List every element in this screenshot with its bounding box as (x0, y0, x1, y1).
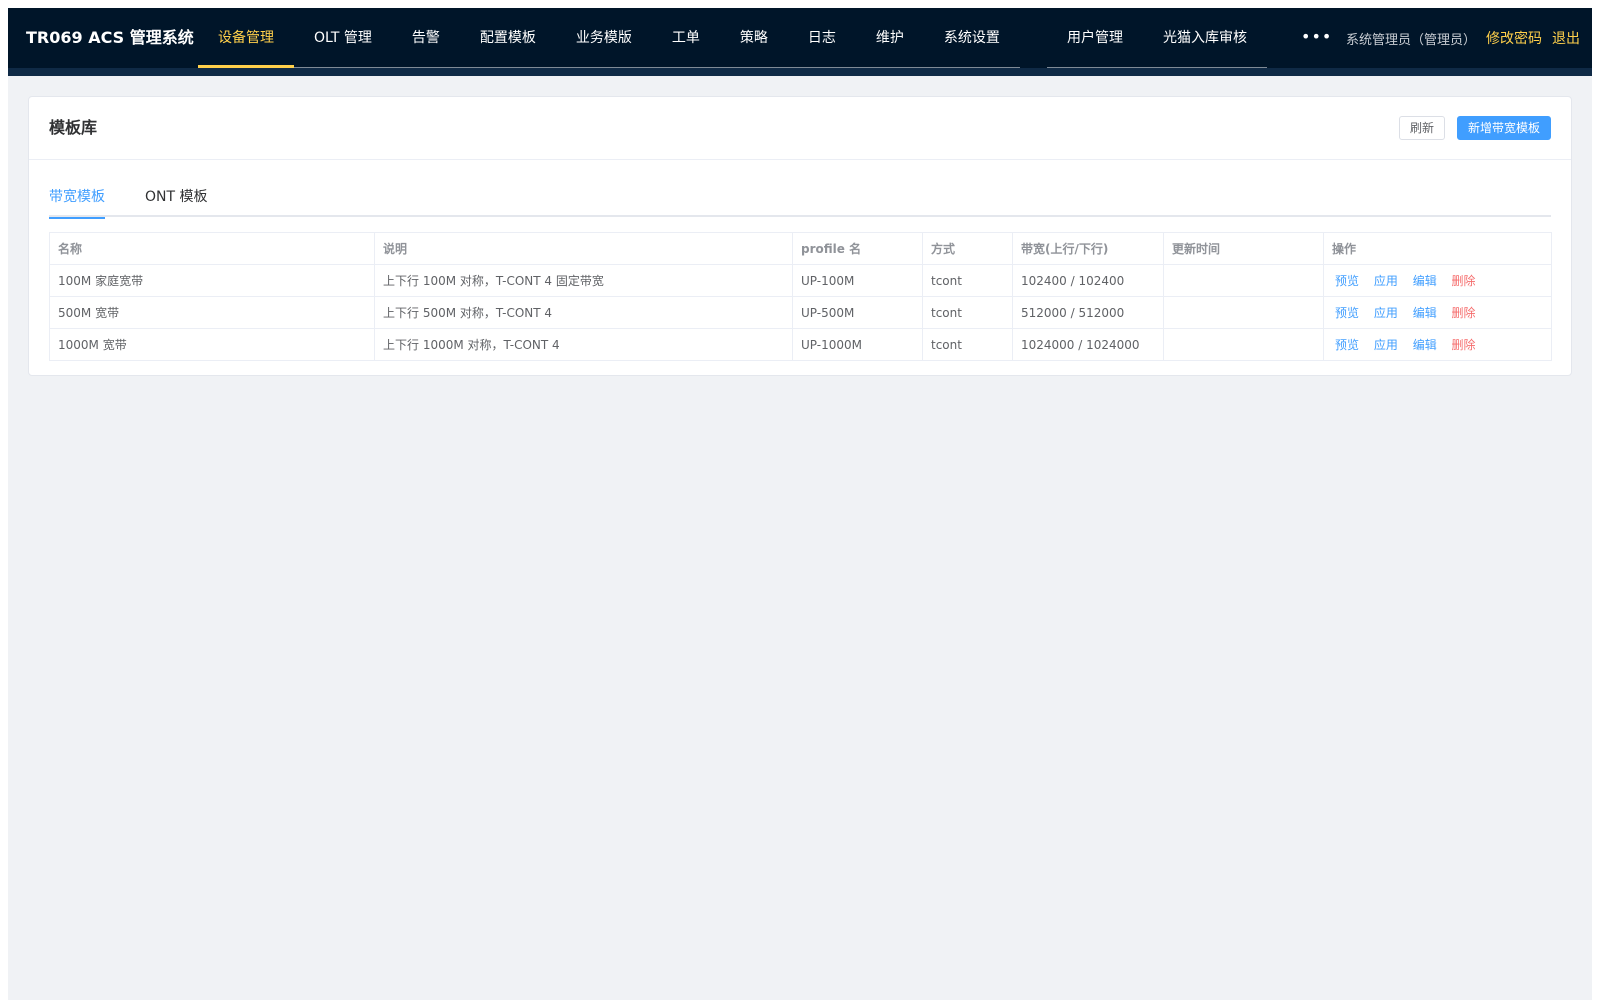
column-header-name: 名称 (49, 232, 375, 265)
app-frame: TR069 ACS 管理系统 设备管理 OLT 管理 告警 配置模板 业务模版 … (8, 8, 1592, 1000)
table-header-row: 名称 说明 profile 名 方式 带宽(上行/下行) 更新时间 操作 (49, 232, 1552, 265)
primary-nav: 设备管理 OLT 管理 告警 配置模板 业务模版 工单 策略 日志 维护 系统设… (198, 8, 1020, 68)
cell-name: 100M 家庭宽带 (49, 264, 375, 297)
column-header-profile: profile 名 (792, 232, 923, 265)
nav-alarms[interactable]: 告警 (392, 8, 460, 68)
edit-link[interactable]: 编辑 (1413, 304, 1437, 321)
tab-bandwidth-templates[interactable]: 带宽模板 (49, 177, 105, 219)
cell-bandwidth: 102400 / 102400 (1012, 264, 1164, 297)
cell-name: 1000M 宽带 (49, 328, 375, 361)
cell-updated (1163, 328, 1324, 361)
cell-mode: tcont (922, 264, 1013, 297)
page-title: 模板库 (49, 118, 98, 137)
current-user: 系统管理员（管理员） (1345, 32, 1476, 48)
add-bandwidth-template-button[interactable]: 新增带宽模板 (1456, 116, 1551, 140)
edit-link[interactable]: 编辑 (1413, 336, 1437, 353)
cell-actions: 预览 应用 编辑 删除 (1323, 264, 1552, 297)
cell-profile: UP-1000M (792, 328, 923, 361)
nav-ont-intake-review[interactable]: 光猫入库审核 (1143, 8, 1267, 68)
nav-olt-management[interactable]: OLT 管理 (294, 8, 392, 68)
top-navbar: TR069 ACS 管理系统 设备管理 OLT 管理 告警 配置模板 业务模版 … (8, 8, 1592, 76)
edit-link[interactable]: 编辑 (1413, 272, 1437, 289)
column-header-actions: 操作 (1323, 232, 1552, 265)
nav-work-orders[interactable]: 工单 (652, 8, 720, 68)
nav-logs[interactable]: 日志 (788, 8, 856, 68)
table-row: 100M 家庭宽带 上下行 100M 对称，T-CONT 4 固定带宽 UP-1… (49, 264, 1552, 297)
cell-updated (1163, 264, 1324, 297)
cell-actions: 预览 应用 编辑 删除 (1323, 328, 1552, 361)
delete-link[interactable]: 删除 (1452, 272, 1476, 289)
cell-mode: tcont (922, 328, 1013, 361)
cell-updated (1163, 296, 1324, 329)
delete-link[interactable]: 删除 (1452, 304, 1476, 321)
cell-description: 上下行 500M 对称，T-CONT 4 (374, 296, 793, 329)
nav-maintenance[interactable]: 维护 (856, 8, 924, 68)
tab-ont-templates[interactable]: ONT 模板 (145, 177, 208, 217)
nav-system-settings[interactable]: 系统设置 (924, 8, 1020, 68)
cell-description: 上下行 1000M 对称，T-CONT 4 (374, 328, 793, 361)
refresh-button[interactable]: 刷新 (1398, 116, 1445, 140)
column-header-updated: 更新时间 (1163, 232, 1324, 265)
preview-link[interactable]: 预览 (1335, 336, 1359, 353)
nav-config-templates[interactable]: 配置模板 (460, 8, 556, 68)
cell-bandwidth: 512000 / 512000 (1012, 296, 1164, 329)
more-menu-icon[interactable]: ••• (1273, 8, 1354, 68)
user-area: 系统管理员（管理员） 修改密码 退出 (1346, 8, 1580, 68)
cell-name: 500M 宽带 (49, 296, 375, 329)
cell-mode: tcont (922, 296, 1013, 329)
cell-actions: 预览 应用 编辑 删除 (1323, 296, 1552, 329)
apply-link[interactable]: 应用 (1374, 304, 1398, 321)
app-brand: TR069 ACS 管理系统 (26, 28, 194, 47)
column-header-description: 说明 (374, 232, 793, 265)
apply-link[interactable]: 应用 (1374, 272, 1398, 289)
cell-profile: UP-500M (792, 296, 923, 329)
cell-description: 上下行 100M 对称，T-CONT 4 固定带宽 (374, 264, 793, 297)
preview-link[interactable]: 预览 (1335, 272, 1359, 289)
cell-bandwidth: 1024000 / 1024000 (1012, 328, 1164, 361)
apply-link[interactable]: 应用 (1374, 336, 1398, 353)
nav-user-management[interactable]: 用户管理 (1047, 8, 1143, 68)
template-tabs: 带宽模板 ONT 模板 (49, 177, 1551, 219)
template-library-card: 模板库 刷新 新增带宽模板 带宽模板 ONT 模板 名称 说明 profile … (28, 96, 1572, 376)
preview-link[interactable]: 预览 (1335, 304, 1359, 321)
nav-device-management[interactable]: 设备管理 (198, 8, 294, 68)
table-row: 500M 宽带 上下行 500M 对称，T-CONT 4 UP-500M tco… (49, 296, 1552, 329)
change-password-link[interactable]: 修改密码 (1486, 28, 1542, 48)
bandwidth-template-table: 名称 说明 profile 名 方式 带宽(上行/下行) 更新时间 操作 100… (49, 232, 1552, 361)
logout-link[interactable]: 退出 (1552, 28, 1580, 48)
table-row: 1000M 宽带 上下行 1000M 对称，T-CONT 4 UP-1000M … (49, 328, 1552, 361)
card-header: 模板库 刷新 新增带宽模板 (29, 97, 1571, 160)
nav-policies[interactable]: 策略 (720, 8, 788, 68)
cell-profile: UP-100M (792, 264, 923, 297)
secondary-nav: 用户管理 光猫入库审核 (1047, 8, 1267, 68)
nav-service-templates[interactable]: 业务模版 (556, 8, 652, 68)
delete-link[interactable]: 删除 (1452, 336, 1476, 353)
column-header-mode: 方式 (922, 232, 1013, 265)
column-header-bandwidth: 带宽(上行/下行) (1012, 232, 1164, 265)
